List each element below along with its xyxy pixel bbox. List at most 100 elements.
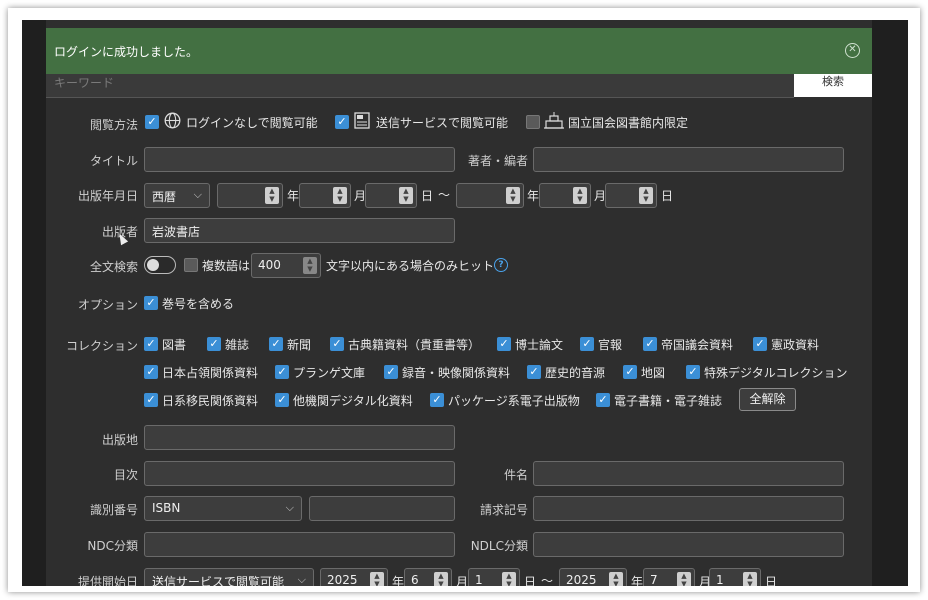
collection-checkbox[interactable]: ✓ bbox=[207, 337, 221, 351]
collection-checkbox[interactable]: ✓ bbox=[580, 337, 594, 351]
unit-day: 日 bbox=[421, 189, 434, 203]
provided-to-day[interactable]: 1 ▲ ▼ bbox=[709, 568, 761, 586]
identifier-type-value: ISBN bbox=[152, 501, 181, 515]
globe-icon bbox=[164, 112, 181, 132]
collection-checkbox[interactable]: ✓ bbox=[144, 337, 158, 351]
provided-mode-value: 送信サービスで閲覧可能 bbox=[152, 575, 285, 586]
spin-arrows-icon[interactable]: ▲ ▼ bbox=[265, 187, 279, 204]
distance-value: 400 bbox=[258, 258, 281, 272]
pubdate-to-day[interactable]: ▲ ▼ bbox=[605, 183, 657, 208]
unit-month: 月 bbox=[456, 575, 469, 586]
collection-checkbox[interactable]: ✓ bbox=[275, 365, 289, 379]
spin-arrows-icon[interactable]: ▲ ▼ bbox=[506, 187, 520, 204]
collection-checkbox[interactable]: ✓ bbox=[430, 393, 444, 407]
collection-checkbox[interactable]: ✓ bbox=[596, 393, 610, 407]
author-input[interactable] bbox=[533, 147, 844, 172]
collection-item-label: 官報 bbox=[598, 338, 623, 352]
author-label: 著者・編者 bbox=[467, 154, 528, 168]
spin-arrows-icon[interactable]: ▲ ▼ bbox=[434, 572, 448, 586]
spin-arrows-icon[interactable]: ▲ ▼ bbox=[743, 572, 757, 586]
distance-input[interactable]: 400 ▲ ▼ bbox=[251, 253, 321, 278]
place-input[interactable] bbox=[144, 425, 455, 450]
collection-checkbox[interactable]: ✓ bbox=[275, 393, 289, 407]
spin-arrows-icon[interactable]: ▲ ▼ bbox=[303, 257, 317, 274]
collection-item-label: 特殊デジタルコレクション bbox=[704, 366, 848, 380]
fulltext-label: 全文検索 bbox=[89, 260, 138, 274]
spin-arrows-icon[interactable]: ▲ ▼ bbox=[370, 572, 384, 586]
unit-day: 日 bbox=[765, 575, 778, 586]
provided-to-year[interactable]: 2025 ▲ ▼ bbox=[559, 568, 627, 586]
option-label: オプション bbox=[77, 298, 138, 312]
unit-year: 年 bbox=[287, 189, 300, 203]
subject-input[interactable] bbox=[533, 461, 844, 486]
chevron-down-icon: ⌵ bbox=[193, 188, 202, 201]
collection-checkbox[interactable]: ✓ bbox=[384, 365, 398, 379]
collection-item-label: 図書 bbox=[162, 338, 187, 352]
provided-mode-select[interactable]: 送信サービスで閲覧可能 ⌵ bbox=[144, 568, 314, 586]
collection-checkbox[interactable]: ✓ bbox=[497, 337, 511, 351]
pubdate-from-month[interactable]: ▲ ▼ bbox=[299, 183, 351, 208]
callno-input[interactable] bbox=[533, 496, 844, 521]
include-volume-checkbox[interactable]: ✓ bbox=[144, 296, 158, 310]
pubdate-to-month[interactable]: ▲ ▼ bbox=[539, 183, 591, 208]
title-input[interactable] bbox=[144, 147, 455, 172]
collection-item-label: 日系移民関係資料 bbox=[162, 394, 259, 408]
collection-checkbox[interactable]: ✓ bbox=[643, 337, 657, 351]
spin-arrows-icon[interactable]: ▲ ▼ bbox=[677, 572, 691, 586]
multi-word-checkbox[interactable] bbox=[184, 258, 198, 272]
view-method-checkbox-login-free[interactable]: ✓ bbox=[145, 115, 159, 129]
toc-input[interactable] bbox=[144, 461, 455, 486]
pubdate-from-day[interactable]: ▲ ▼ bbox=[365, 183, 417, 208]
provided-from-month[interactable]: 6 ▲ ▼ bbox=[404, 568, 452, 586]
collection-checkbox[interactable]: ✓ bbox=[269, 337, 283, 351]
unit-year: 年 bbox=[631, 575, 644, 586]
collection-checkbox[interactable]: ✓ bbox=[144, 365, 158, 379]
toggle-knob bbox=[147, 259, 159, 271]
clear-all-button[interactable]: 全解除 bbox=[739, 388, 796, 411]
view-method-label-ndl-only: 国立国会図書館内限定 bbox=[568, 116, 689, 130]
collection-checkbox[interactable]: ✓ bbox=[527, 365, 541, 379]
spin-arrows-icon[interactable]: ▲ ▼ bbox=[399, 187, 413, 204]
provided-from-day[interactable]: 1 ▲ ▼ bbox=[468, 568, 520, 586]
spin-arrows-icon[interactable]: ▲ ▼ bbox=[333, 187, 347, 204]
view-method-label-transmission: 送信サービスで閲覧可能 bbox=[376, 116, 509, 130]
publisher-input[interactable]: 岩波書店 bbox=[144, 218, 455, 243]
spin-arrows-icon[interactable]: ▲ ▼ bbox=[573, 187, 587, 204]
question-icon[interactable]: ? bbox=[494, 258, 508, 272]
collection-item-label: 電子書籍・電子雑誌 bbox=[614, 394, 723, 408]
provided-to-year-value: 2025 bbox=[566, 573, 597, 586]
unit-year: 年 bbox=[392, 575, 405, 586]
app-screen: ログインに成功しました。 ✕ キーワード 検索 閲覧方法 ✓ ログインなしで閲覧… bbox=[22, 20, 908, 586]
spin-arrows-icon[interactable]: ▲ ▼ bbox=[609, 572, 623, 586]
toc-label: 目次 bbox=[113, 468, 138, 482]
provided-to-month[interactable]: 7 ▲ ▼ bbox=[643, 568, 695, 586]
collection-item-label: プランゲ文庫 bbox=[293, 366, 366, 380]
spin-arrows-icon[interactable]: ▲ ▼ bbox=[502, 572, 516, 586]
collection-checkbox[interactable]: ✓ bbox=[753, 337, 767, 351]
range-separator: 〜 bbox=[438, 188, 451, 202]
pubdate-to-year[interactable]: ▲ ▼ bbox=[456, 183, 524, 208]
identifier-type-select[interactable]: ISBN ⌵ bbox=[144, 496, 302, 521]
view-method-checkbox-transmission[interactable]: ✓ bbox=[335, 115, 349, 129]
ndlc-input[interactable] bbox=[533, 532, 844, 557]
fulltext-toggle[interactable] bbox=[144, 256, 176, 274]
unit-year: 年 bbox=[527, 189, 540, 203]
circle-x-icon[interactable]: ✕ bbox=[845, 43, 860, 58]
login-success-toast: ログインに成功しました。 ✕ bbox=[46, 28, 872, 74]
identifier-input[interactable] bbox=[309, 496, 455, 521]
ndc-input[interactable] bbox=[144, 532, 455, 557]
pubdate-from-year[interactable]: ▲ ▼ bbox=[217, 183, 283, 208]
collection-checkbox[interactable]: ✓ bbox=[144, 393, 158, 407]
spin-arrows-icon[interactable]: ▲ ▼ bbox=[639, 187, 653, 204]
view-method-checkbox-ndl-only[interactable] bbox=[526, 115, 540, 129]
unit-day: 日 bbox=[661, 189, 674, 203]
provided-from-year[interactable]: 2025 ▲ ▼ bbox=[320, 568, 388, 586]
subject-label: 件名 bbox=[503, 468, 528, 482]
collection-checkbox[interactable]: ✓ bbox=[330, 337, 344, 351]
era-select[interactable]: 西暦 ⌵ bbox=[144, 183, 210, 208]
collection-checkbox[interactable]: ✓ bbox=[686, 365, 700, 379]
collection-checkbox[interactable]: ✓ bbox=[623, 365, 637, 379]
callno-label: 請求記号 bbox=[479, 503, 528, 517]
library-icon bbox=[544, 112, 564, 132]
multi-word-label: 複数語は bbox=[202, 259, 251, 273]
